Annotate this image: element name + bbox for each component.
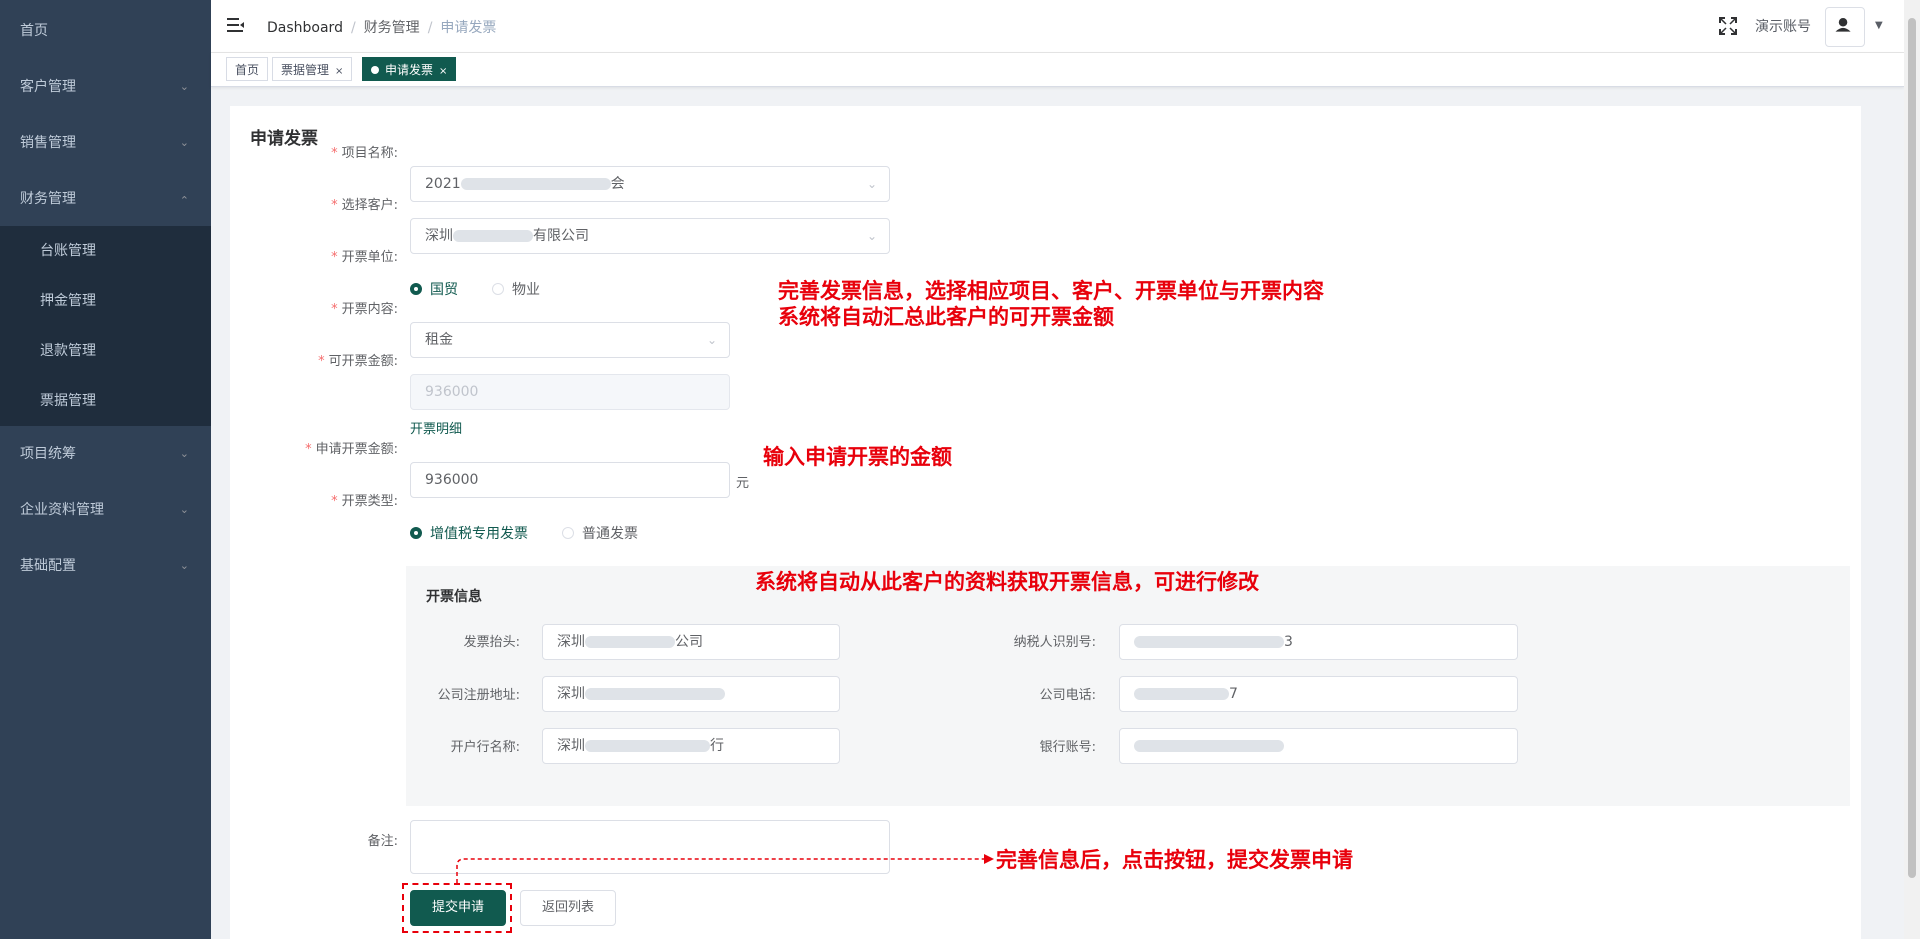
annotation-arrow bbox=[456, 854, 994, 883]
